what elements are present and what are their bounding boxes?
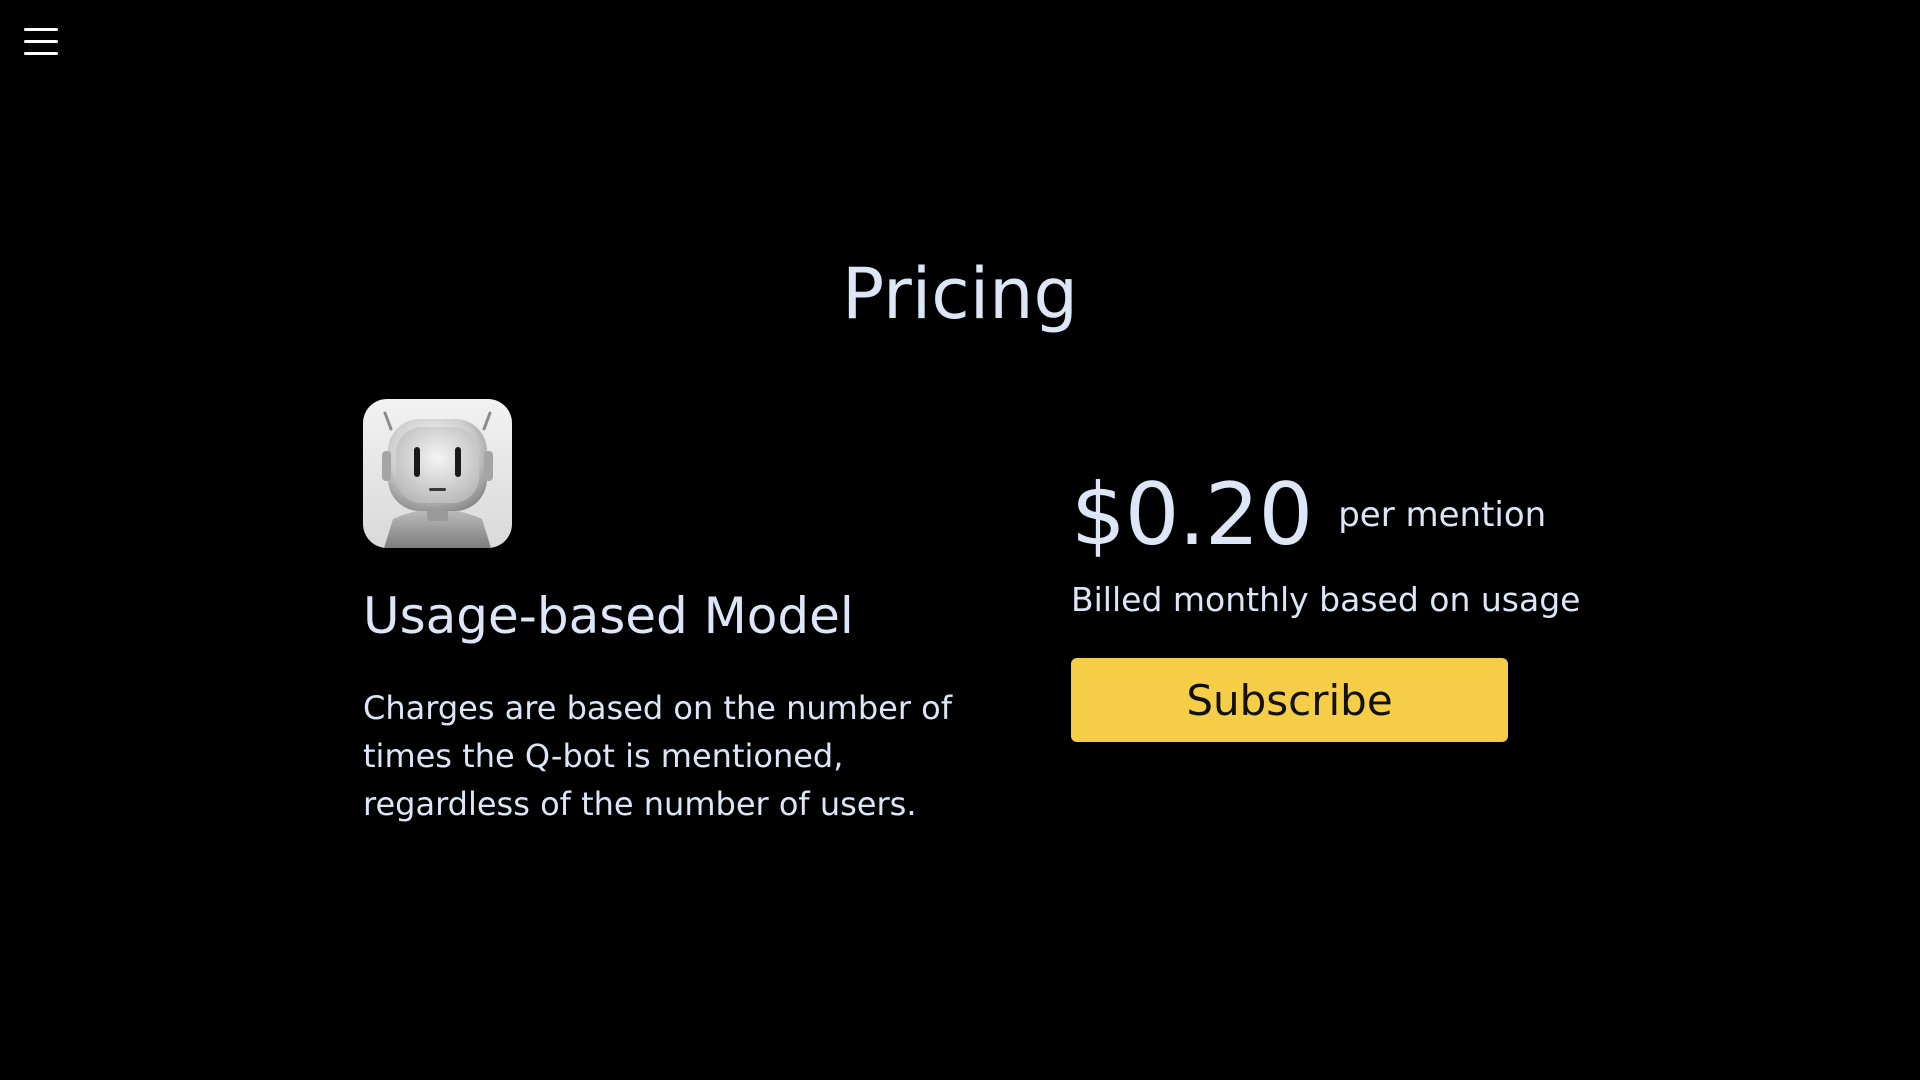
price-amount: $0.20 (1071, 465, 1313, 565)
subscribe-button[interactable]: Subscribe (1071, 658, 1508, 742)
plan-info: Usage-based Model Charges are based on t… (363, 399, 973, 828)
plan-description: Charges are based on the number of times… (363, 689, 952, 823)
hamburger-menu-icon[interactable] (22, 26, 62, 58)
plan-name: Usage-based Model (363, 587, 854, 645)
menu-bar-bottom (24, 52, 58, 55)
robot-avatar-icon (363, 399, 512, 548)
price-row: $0.20 per mention (1071, 462, 1631, 568)
price-unit: per mention (1338, 495, 1547, 535)
menu-bar-top (24, 28, 58, 31)
menu-bar-middle (24, 40, 58, 43)
page-title: Pricing (842, 253, 1078, 335)
billing-note: Billed monthly based on usage (1071, 580, 1581, 619)
price-panel: $0.20 per mention Billed monthly based o… (1071, 462, 1631, 742)
